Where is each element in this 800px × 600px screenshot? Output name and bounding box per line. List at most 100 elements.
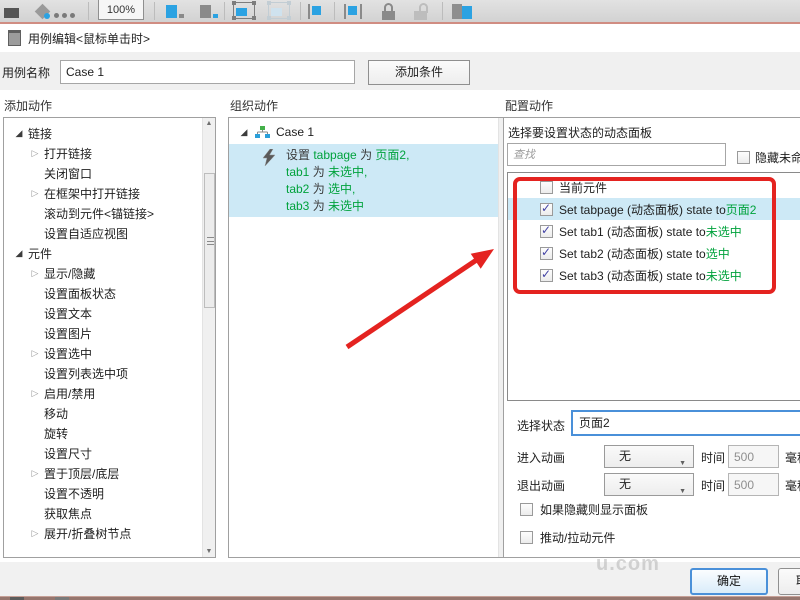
ungroup-icon[interactable] — [268, 2, 290, 19]
collapsed-icon[interactable]: ▷ — [28, 148, 42, 159]
push-pull-option[interactable]: 推动/拉动元件 — [520, 529, 615, 546]
tree-item[interactable]: 旋转 — [4, 423, 201, 443]
zoom-select[interactable]: 100% — [98, 0, 144, 20]
align-left-icon[interactable] — [166, 5, 177, 18]
tree-item[interactable]: 关闭窗口 — [4, 163, 201, 183]
align-left-icon — [179, 14, 184, 18]
dynamic-panel-list[interactable]: 当前元件 ✓ Set tabpage (动态面板) state to 页面2 ✓… — [507, 172, 800, 401]
tree-item[interactable]: 滚动到元件<锚链接> — [4, 203, 201, 223]
search-input[interactable] — [507, 143, 726, 166]
collapsed-icon[interactable]: ▷ — [28, 528, 42, 539]
tree-item[interactable]: ▷置于顶层/底层 — [4, 463, 201, 483]
dialog-icon — [8, 30, 21, 46]
select-state-combobox[interactable]: 页面2 — [571, 410, 800, 436]
tree-group-links[interactable]: ◢链接 — [4, 123, 201, 143]
scroll-up-icon[interactable]: ▲ — [203, 120, 215, 127]
tree-item[interactable]: 设置不透明 — [4, 483, 201, 503]
collapsed-icon[interactable]: ▷ — [28, 188, 42, 199]
row-checkbox-checked[interactable]: ✓ — [540, 247, 553, 260]
show-if-hidden-option[interactable]: 如果隐藏则显示面板 — [520, 501, 648, 518]
panel-row-tab1[interactable]: ✓ Set tab1 (动态面板) state to 未选中 — [508, 220, 800, 242]
toolbar-separator — [154, 2, 155, 20]
exit-animation-dropdown[interactable]: 无▼ — [604, 473, 694, 496]
toolbar-separator — [442, 2, 443, 20]
push-pull-checkbox[interactable] — [520, 531, 533, 544]
widget-icon[interactable] — [4, 8, 19, 18]
tree-item[interactable]: ▷显示/隐藏 — [4, 263, 201, 283]
row-checkbox-checked[interactable]: ✓ — [540, 269, 553, 282]
expanded-icon[interactable]: ◢ — [12, 248, 26, 259]
collapsed-icon[interactable]: ▷ — [28, 388, 42, 399]
panel-row-tabpage[interactable]: ✓ Set tabpage (动态面板) state to 页面2 — [508, 198, 800, 220]
distribute-v-icon — [348, 6, 357, 15]
exit-animation-label: 退出动画 — [517, 477, 565, 494]
distribute-v-icon[interactable] — [344, 4, 346, 19]
add-condition-button[interactable]: 添加条件 — [368, 60, 470, 85]
tree-item[interactable]: ▷设置选中 — [4, 343, 201, 363]
enter-animation-dropdown[interactable]: 无▼ — [604, 445, 694, 468]
tree-item[interactable]: 获取焦点 — [4, 503, 201, 523]
exit-time-label: 时间 — [701, 477, 725, 494]
cancel-button[interactable]: 取消 — [778, 568, 800, 595]
tree-item[interactable]: ▷在框架中打开链接 — [4, 183, 201, 203]
exit-time-input[interactable] — [728, 473, 779, 496]
tree-item[interactable]: 设置文本 — [4, 303, 201, 323]
align-right-icon[interactable] — [200, 5, 211, 18]
layers-icon[interactable] — [452, 4, 462, 19]
tree-item[interactable]: 设置尺寸 — [4, 443, 201, 463]
expanded-icon[interactable]: ◢ — [12, 128, 26, 139]
panel-row-tab2[interactable]: ✓ Set tab2 (动态面板) state to 选中 — [508, 242, 800, 264]
tree-item[interactable]: ▷展开/折叠树节点 — [4, 523, 201, 543]
toolbar-separator — [300, 2, 301, 20]
collapsed-icon[interactable]: ▷ — [28, 268, 42, 279]
tree-item[interactable]: 设置列表选中项 — [4, 363, 201, 383]
dialog-title: 用例编辑<鼠标单击时> — [28, 24, 150, 52]
select-panel-subtitle: 选择要设置状态的动态面板 — [508, 124, 652, 141]
hide-unnamed-checkbox[interactable] — [737, 151, 750, 164]
show-if-hidden-checkbox[interactable] — [520, 503, 533, 516]
more-dot-icon[interactable] — [62, 13, 67, 18]
case-name-label: 用例名称 — [2, 64, 50, 81]
scrollbar-thumb[interactable] — [204, 173, 215, 308]
organize-actions-header: 组织动作 — [230, 97, 278, 114]
more-dot-icon[interactable] — [70, 13, 75, 18]
row-checkbox-checked[interactable]: ✓ — [540, 203, 553, 216]
tree-item[interactable]: 设置图片 — [4, 323, 201, 343]
collapsed-icon[interactable]: ▷ — [28, 468, 42, 479]
panel-row-tab3[interactable]: ✓ Set tab3 (动态面板) state to 未选中 — [508, 264, 800, 286]
row-checkbox-checked[interactable]: ✓ — [540, 225, 553, 238]
add-actions-header: 添加动作 — [4, 97, 52, 114]
group-icon[interactable] — [233, 2, 255, 19]
enter-time-label: 时间 — [701, 449, 725, 466]
watermark-text: u.com — [596, 553, 660, 576]
tree-item[interactable]: 移动 — [4, 403, 201, 423]
unlock-icon[interactable] — [414, 0, 430, 22]
distribute-h-icon[interactable] — [308, 4, 310, 19]
panel-row-current[interactable]: 当前元件 — [508, 176, 800, 198]
scroll-down-icon[interactable]: ▼ — [203, 548, 215, 555]
configure-actions-panel: 选择要设置状态的动态面板 隐藏未命名的 当前元件 ✓ Set tabpage (… — [503, 117, 800, 558]
case-tree-row[interactable]: ◢ Case 1 — [229, 122, 511, 142]
hide-unnamed-label: 隐藏未命名的 — [755, 149, 800, 166]
row-checkbox[interactable] — [540, 181, 553, 194]
tree-group-widgets[interactable]: ◢元件 — [4, 243, 201, 263]
hide-unnamed-option[interactable]: 隐藏未命名的 — [737, 149, 800, 166]
case-name-row: 用例名称 添加条件 — [0, 52, 800, 90]
tree-item[interactable]: 设置自适应视图 — [4, 223, 201, 243]
add-actions-tree: ◢链接 ▷打开链接 关闭窗口 ▷在框架中打开链接 滚动到元件<锚链接> 设置自适… — [4, 123, 201, 543]
collapsed-icon[interactable]: ▷ — [28, 348, 42, 359]
dialog-titlebar: 用例编辑<鼠标单击时> — [0, 24, 800, 52]
left-scrollbar[interactable]: ▲ ▼ — [202, 118, 215, 557]
lock-icon[interactable] — [382, 0, 398, 22]
tree-item[interactable]: ▷启用/禁用 — [4, 383, 201, 403]
more-dot-icon[interactable] — [54, 13, 59, 18]
case-name-input[interactable] — [60, 60, 355, 84]
dropdown-arrow-icon: ▼ — [679, 481, 686, 502]
organize-actions-panel: ◢ Case 1 设置 tabpage 为 页面2, tab1 为 未选中, t… — [228, 117, 512, 558]
tree-item[interactable]: 设置面板状态 — [4, 283, 201, 303]
expanded-icon[interactable]: ◢ — [237, 127, 251, 138]
tree-item[interactable]: ▷打开链接 — [4, 143, 201, 163]
ok-button[interactable]: 确定 — [690, 568, 768, 595]
selected-action-item[interactable]: 设置 tabpage 为 页面2, tab1 为 未选中, tab2 为 选中,… — [229, 144, 498, 217]
enter-time-input[interactable] — [728, 445, 779, 468]
